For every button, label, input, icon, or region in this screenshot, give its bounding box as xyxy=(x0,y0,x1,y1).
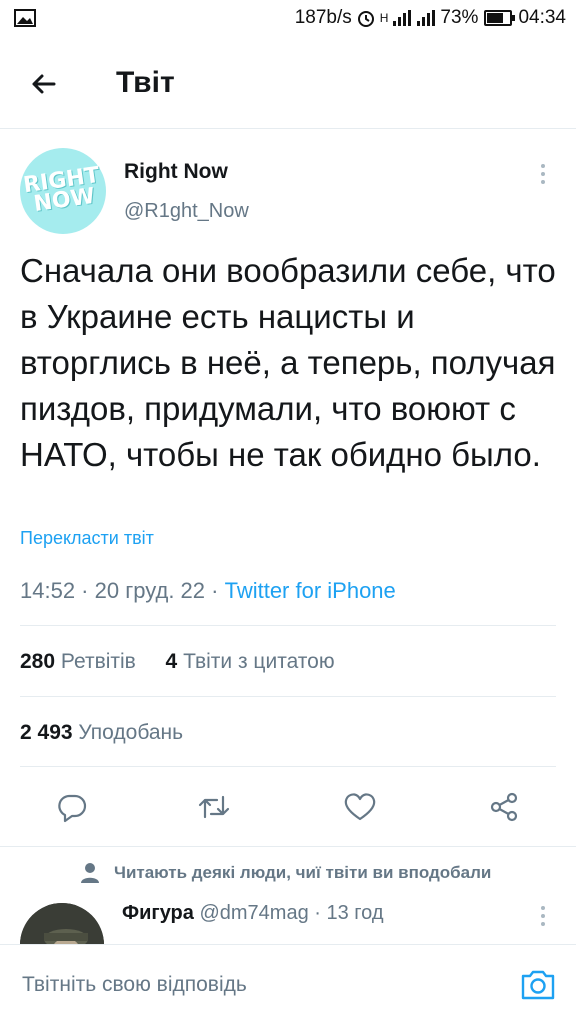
tweet-source-link[interactable]: Twitter for iPhone xyxy=(225,578,396,603)
top-app-bar: Твіт xyxy=(0,40,576,129)
page-title: Твіт xyxy=(116,66,175,99)
likes-stat[interactable]: 2 493 Уподобань xyxy=(20,721,183,745)
alarm-icon xyxy=(357,11,374,27)
battery-percent: 73% xyxy=(440,7,479,28)
status-bar: 187b/s H 73% 04:34 xyxy=(0,0,576,40)
reply-compose-bar: Твітніть свою відповідь xyxy=(0,944,576,1025)
image-notification-icon xyxy=(14,9,36,27)
translate-tweet-link[interactable]: Перекласти твіт xyxy=(20,528,154,549)
retweet-stats: 280 Ретвітів 4 Твіти з цитатою xyxy=(20,650,335,674)
tweet-meta: 14:52 · 20 груд. 22 · Twitter for iPhone xyxy=(20,578,396,604)
reply-time: 13 год xyxy=(326,902,384,924)
heart-icon xyxy=(344,793,376,821)
likes-label: Уподобань xyxy=(78,721,184,744)
reply-input[interactable]: Твітніть свою відповідь xyxy=(22,973,247,997)
divider xyxy=(20,625,556,626)
tweet-date: 20 груд. 22 xyxy=(94,578,206,603)
status-indicators: 187b/s H 73% 04:34 xyxy=(295,7,566,29)
retweets-count: 280 xyxy=(20,650,56,673)
more-options-icon[interactable] xyxy=(532,160,554,188)
battery-fill xyxy=(487,13,504,23)
retweets-stat[interactable]: 280 Ретвітів xyxy=(20,650,136,673)
like-button[interactable] xyxy=(338,785,382,829)
retweet-button[interactable] xyxy=(192,785,236,829)
section-divider xyxy=(0,846,576,847)
reply-button[interactable] xyxy=(50,785,94,829)
battery-icon xyxy=(484,10,516,26)
likes-count: 2 493 xyxy=(20,721,73,744)
quotes-stat[interactable]: 4 Твіти з цитатою xyxy=(166,650,335,673)
signal-icon-2 xyxy=(417,10,436,26)
network-type: H xyxy=(379,11,389,25)
reply-header: Фигура @dm74mag · 13 год xyxy=(122,902,384,925)
reply-author-name[interactable]: Фигура xyxy=(122,902,194,924)
author-name[interactable]: Right Now xyxy=(124,160,228,184)
quotes-label: Твіти з цитатою xyxy=(183,650,335,673)
share-icon xyxy=(490,792,518,822)
person-icon xyxy=(81,863,99,883)
meta-separator-2: · xyxy=(205,578,225,603)
tweet-text: Сначала они вообразили себе, что в Украи… xyxy=(20,252,556,473)
social-context: Читають деякі люди, чиї твіти ви вподоба… xyxy=(80,862,491,884)
divider xyxy=(20,766,556,767)
tweet-actions xyxy=(0,785,576,829)
retweet-icon xyxy=(198,795,230,819)
signal-icon xyxy=(393,10,412,26)
author-avatar[interactable]: RIGHT NOW xyxy=(20,148,106,234)
share-button[interactable] xyxy=(482,785,526,829)
camera-icon[interactable] xyxy=(518,967,558,1003)
divider xyxy=(20,696,556,697)
clock: 04:34 xyxy=(518,7,566,28)
quotes-count: 4 xyxy=(165,650,178,673)
reply-author-handle[interactable]: @dm74mag xyxy=(199,902,308,924)
meta-separator: · xyxy=(75,578,95,603)
reply-separator: · xyxy=(308,902,327,924)
reply-more-options-icon[interactable] xyxy=(532,902,554,930)
author-handle[interactable]: @R1ght_Now xyxy=(124,200,249,223)
social-context-text: Читають деякі люди, чиї твіти ви вподоба… xyxy=(114,863,492,882)
network-speed: 187b/s xyxy=(294,7,352,28)
avatar-logo-text: RIGHT NOW xyxy=(21,162,102,218)
retweets-label: Ретвітів xyxy=(60,650,136,673)
tweet-time: 14:52 xyxy=(20,578,76,603)
back-arrow-icon[interactable] xyxy=(24,64,64,104)
reply-icon xyxy=(58,794,87,823)
